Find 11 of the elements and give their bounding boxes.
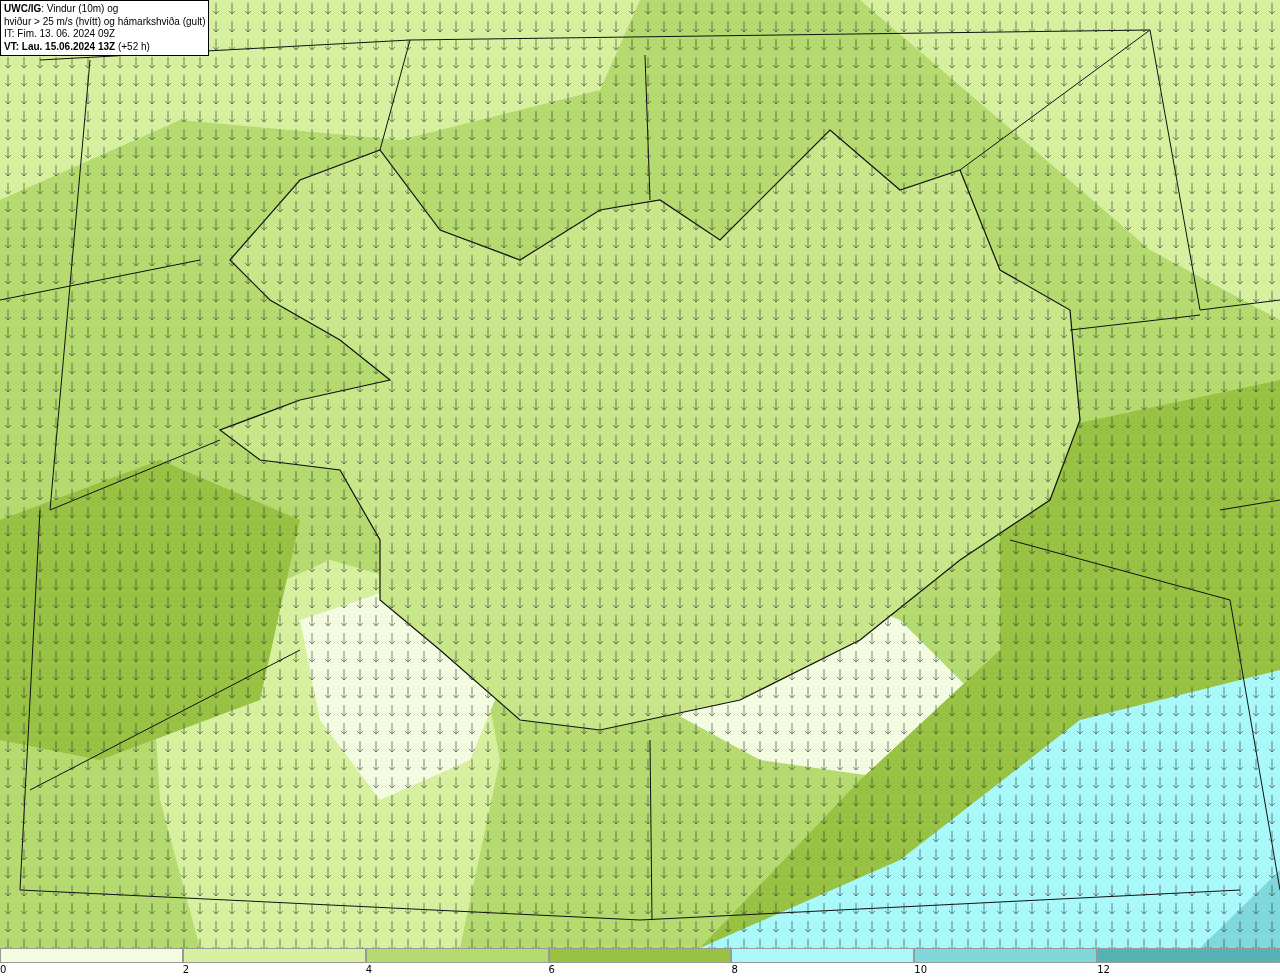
title-line: VT: Lau. 15.06.2024 13Z (+52 h) (4, 40, 151, 53)
scale-label: 0 (0, 963, 7, 976)
scale-label: 8 (731, 963, 738, 976)
scale-label: 6 (548, 963, 555, 976)
scale-label: 10 (914, 963, 928, 976)
title-line: hviður > 25 m/s (hvítt) og hámarkshviða (gult) (4, 15, 206, 28)
scale-label: 12 (1097, 963, 1110, 976)
scale-label: 2 (182, 963, 190, 976)
title-line: IT: Fim. 13. 06. 2024 09Z (4, 28, 117, 41)
title-line: UWC/IG: Vindur (10m) og (4, 3, 120, 16)
scale-label: 4 (365, 963, 373, 976)
